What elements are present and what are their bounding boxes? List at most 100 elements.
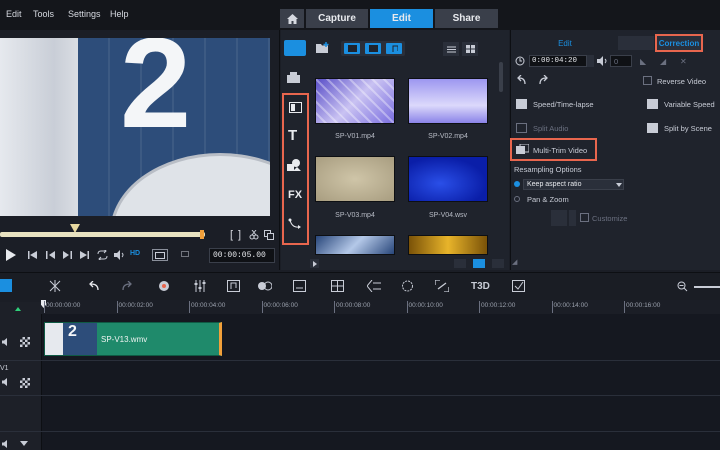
library-thumbnail-toggle[interactable] — [473, 259, 485, 268]
media-thumbnail[interactable] — [408, 78, 488, 124]
resample-radio-keep[interactable] — [514, 181, 520, 187]
reverse-video-checkbox[interactable] — [643, 76, 652, 85]
record-capture-button[interactable] — [158, 280, 170, 292]
speed-timelapse-button[interactable]: Speed/Time-lapse — [533, 100, 594, 109]
tab-share[interactable]: Share — [435, 9, 498, 28]
thumbnail-view-button[interactable] — [462, 42, 478, 56]
undo-button[interactable] — [87, 281, 99, 291]
graphic-button[interactable] — [287, 158, 301, 171]
rotate-left-button[interactable] — [515, 75, 527, 85]
show-video-button[interactable] — [344, 43, 360, 54]
media-thumbnail[interactable] — [408, 235, 488, 255]
multi-trim-video-button[interactable]: Multi-Trim Video — [533, 146, 587, 155]
time-remap-icon — [367, 280, 381, 292]
redo-button[interactable] — [122, 281, 134, 291]
subtitle-editor-button[interactable] — [293, 280, 306, 292]
pan-zoom-preset-dropdown[interactable] — [569, 210, 576, 226]
menu-help[interactable]: Help — [110, 9, 129, 19]
color-grading-button[interactable] — [512, 280, 525, 292]
options-tab-correction[interactable]: Correction — [655, 34, 703, 52]
next-frame-button[interactable] — [63, 251, 72, 259]
mask-creator-button[interactable] — [401, 280, 414, 292]
home-tab[interactable] — [280, 9, 304, 28]
pan-zoom-preset[interactable] — [551, 210, 567, 226]
end-button[interactable] — [80, 251, 89, 259]
variable-speed-button[interactable]: Variable Speed — [664, 100, 715, 109]
duration-field[interactable]: 0:00:04:20 — [529, 55, 587, 67]
timecode-display[interactable]: 00:00:05.00 — [209, 248, 275, 263]
show-audio-button[interactable] — [386, 43, 402, 54]
library-options-button[interactable] — [454, 259, 466, 268]
track-add-arrow-icon[interactable] — [15, 307, 21, 311]
rotate-right-button[interactable] — [538, 75, 550, 85]
show-photos-button[interactable] — [365, 43, 381, 54]
output-size-button[interactable] — [178, 249, 194, 261]
options-tab-edit[interactable]: Edit — [512, 36, 618, 50]
media-thumbnail[interactable] — [408, 156, 488, 202]
track-volume-icon[interactable] — [2, 338, 10, 346]
scrub-bar[interactable] — [0, 232, 205, 237]
path-button[interactable] — [288, 218, 301, 229]
track2-volume-icon[interactable] — [2, 378, 10, 386]
trim-end-marker[interactable] — [200, 230, 204, 239]
track-ripple-icon[interactable] — [20, 337, 30, 347]
motion-tracking-button[interactable] — [258, 280, 272, 292]
customize-button[interactable]: Customize — [592, 214, 627, 223]
library-edit-button[interactable] — [492, 259, 504, 268]
media-thumbnail[interactable] — [315, 156, 395, 202]
pan-zoom-tool-button[interactable] — [435, 280, 449, 292]
zoom-slider[interactable] — [694, 286, 720, 288]
copy-button[interactable] — [263, 229, 275, 241]
fade-in-button[interactable]: ◣ — [640, 57, 646, 66]
hd-preview-toggle[interactable]: HD — [130, 250, 140, 257]
split-audio-button[interactable]: Split Audio — [533, 124, 568, 133]
media-thumbnail[interactable] — [315, 235, 395, 255]
duration-spinner[interactable] — [587, 55, 594, 67]
split-clip-button[interactable] — [248, 229, 260, 241]
repeat-button[interactable] — [97, 250, 108, 260]
menu-tools[interactable]: Tools — [33, 9, 54, 19]
time-remapping-button[interactable] — [367, 280, 381, 292]
timeline-view-button[interactable] — [0, 279, 12, 292]
split-by-scene-button[interactable]: Split by Scene — [664, 124, 712, 133]
media-thumbnail[interactable] — [315, 78, 395, 124]
track-expand-chevron-icon[interactable] — [20, 441, 28, 446]
options-collapse-button[interactable]: ◢ — [512, 258, 517, 266]
tab-edit[interactable]: Edit — [370, 9, 433, 28]
home-button[interactable] — [28, 251, 37, 259]
menu-edit[interactable]: Edit — [6, 9, 22, 19]
track2-ripple-icon[interactable] — [20, 378, 30, 388]
auto-music-button[interactable] — [227, 280, 240, 292]
transition-button[interactable] — [287, 100, 303, 114]
timeline-clip[interactable]: 2 SP-V13.wmv — [44, 322, 222, 356]
list-view-button[interactable] — [443, 42, 459, 56]
mark-in-button[interactable]: [ — [230, 229, 233, 241]
instant-project-button[interactable] — [287, 72, 300, 83]
library-scrollbar[interactable] — [499, 62, 503, 92]
mute-button[interactable]: ✕ — [680, 57, 687, 66]
zoom-out-button[interactable] — [677, 281, 688, 292]
multi-camera-button[interactable] — [331, 280, 344, 292]
filter-button[interactable]: FX — [288, 189, 302, 201]
project-mode-button[interactable] — [152, 249, 168, 261]
tab-capture[interactable]: Capture — [306, 9, 368, 28]
volume-field[interactable]: 0 — [610, 55, 632, 67]
resample-select[interactable]: Keep aspect ratio — [523, 179, 624, 190]
menu-settings[interactable]: Settings — [68, 9, 101, 19]
title-button[interactable]: T — [288, 127, 297, 144]
grid-icon — [465, 45, 475, 53]
previous-frame-button[interactable] — [46, 251, 55, 259]
library-expand-button[interactable] — [310, 259, 319, 268]
track-manager-button[interactable] — [49, 280, 61, 292]
media-library-button[interactable] — [284, 40, 306, 56]
list-icon — [446, 46, 456, 52]
fade-out-button[interactable]: ◢ — [660, 57, 666, 66]
pan-zoom-radio[interactable] — [514, 196, 520, 202]
mark-out-button[interactable]: ] — [238, 229, 241, 241]
track3-volume-icon[interactable] — [2, 440, 10, 448]
sound-mixer-button[interactable] — [194, 280, 206, 292]
volume-button[interactable] — [114, 250, 125, 260]
add-folder-button[interactable] — [316, 42, 330, 53]
play-button[interactable] — [6, 249, 16, 261]
3d-title-button[interactable]: T3D — [471, 281, 490, 292]
